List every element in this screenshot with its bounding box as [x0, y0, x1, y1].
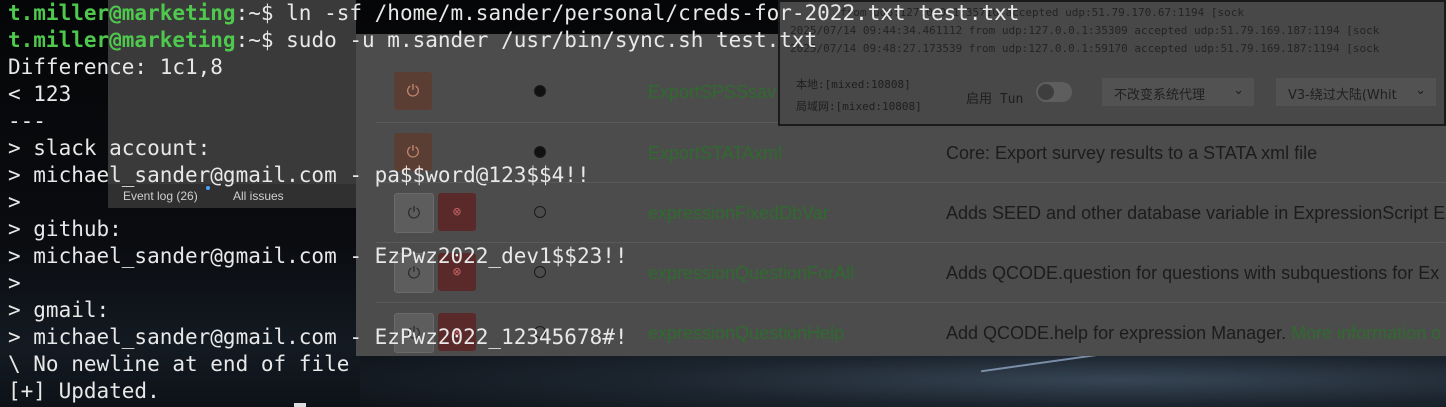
terminal-line: > gmail: — [8, 298, 110, 322]
terminal-line: --- — [8, 109, 46, 133]
terminal-line: Difference: 1c1,8 — [8, 55, 223, 79]
command-text: ln -sf /home/m.sander/personal/creds-for… — [286, 1, 1020, 25]
prompt-suffix: :~$ — [235, 1, 287, 25]
terminal-line: > michael_sander@gmail.com - pa$$word@12… — [8, 163, 590, 187]
terminal-line: > — [8, 190, 21, 214]
terminal-line: > michael_sander@gmail.com - EzPwz2022_d… — [8, 244, 628, 268]
terminal-line: [+] Updated. — [8, 379, 160, 403]
terminal-line: < 123 — [8, 82, 72, 106]
terminal-line: t.miller@marketing:~$ sudo -u m.sander /… — [8, 27, 817, 54]
terminal-line: > slack account: — [8, 136, 211, 160]
command-text: sudo -u m.sander /usr/bin/sync.sh test.t… — [286, 28, 818, 52]
prompt-user: t.miller@marketing — [8, 28, 236, 52]
terminal-line: \ No newline at end of file — [8, 352, 350, 376]
prompt-user: t.miller@marketing — [8, 1, 236, 25]
terminal-cursor — [294, 403, 306, 407]
prompt-suffix: :~$ — [235, 28, 287, 52]
terminal[interactable]: t.miller@marketing:~$ ln -sf /home/m.san… — [0, 0, 1446, 407]
terminal-line: t.miller@marketing:~$ ln -sf /home/m.san… — [8, 0, 1019, 27]
terminal-line: > michael_sander@gmail.com - EzPwz2022_1… — [8, 325, 628, 349]
terminal-line: > github: — [8, 217, 122, 241]
terminal-line: > — [8, 271, 21, 295]
